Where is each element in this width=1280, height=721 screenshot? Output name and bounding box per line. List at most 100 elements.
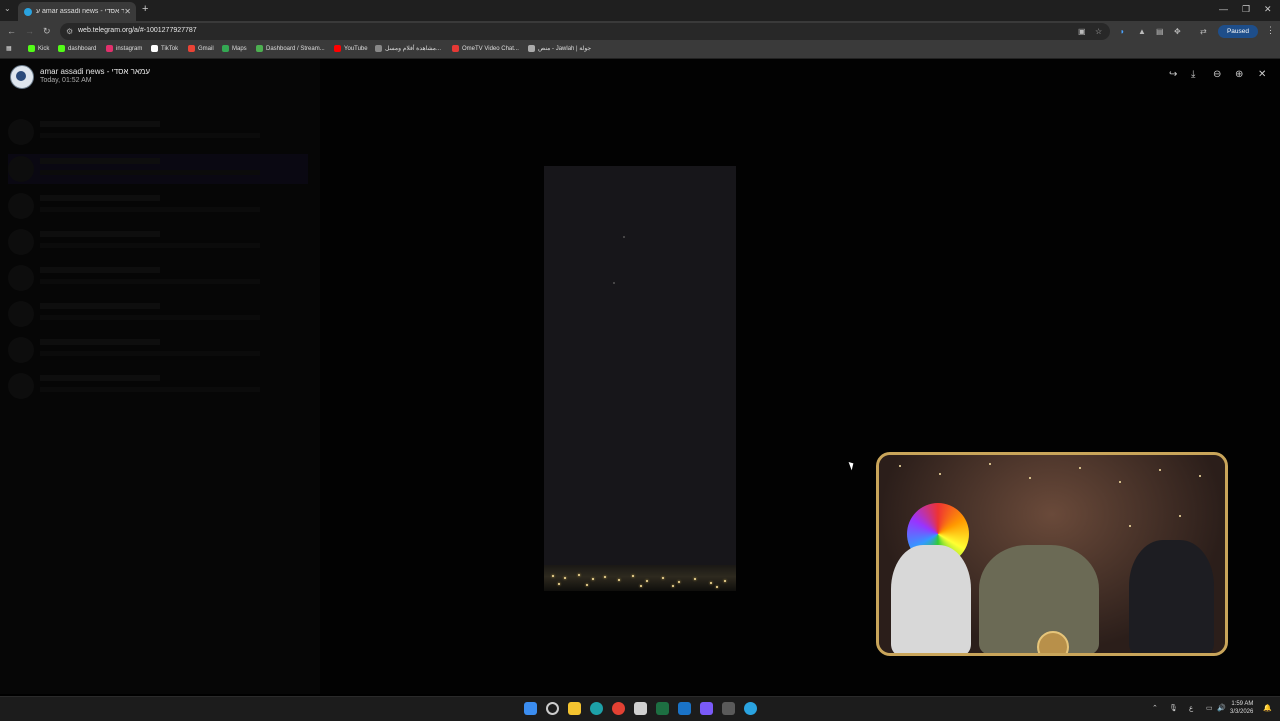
app-icon[interactable] (678, 702, 691, 715)
file-explorer-icon[interactable] (568, 702, 581, 715)
reload-icon[interactable]: ↻ (43, 26, 51, 37)
excel-icon[interactable] (656, 702, 669, 715)
extension-icon[interactable]: ▤ (1156, 27, 1164, 36)
download-icon[interactable]: ⤓ (1191, 69, 1195, 80)
clock-date: 3/3/2026 (1230, 709, 1254, 715)
telegram-icon[interactable] (744, 702, 757, 715)
bookmark-item[interactable]: منص - Jawlah | جولة (528, 45, 591, 52)
bookmark-favicon-icon (334, 45, 341, 52)
bookmark-favicon-icon (28, 45, 35, 52)
list-item (8, 299, 308, 329)
bookmark-favicon-icon (58, 45, 65, 52)
list-item (8, 191, 308, 221)
list-item (8, 335, 308, 365)
bookmark-favicon-icon (106, 45, 113, 52)
profile-paused-button[interactable]: Paused (1218, 25, 1258, 38)
tab-close-icon[interactable]: ✕ (124, 7, 131, 16)
search-icon[interactable] (546, 702, 559, 715)
extension-icon[interactable]: ▲ (1138, 27, 1146, 36)
bookmark-star-icon[interactable]: ☆ (1095, 27, 1102, 36)
zoom-in-icon[interactable]: ⊕ (1235, 69, 1243, 80)
bookmark-favicon-icon (222, 45, 229, 52)
tab-search-icon[interactable]: ⌄ (4, 4, 11, 13)
list-item (8, 117, 308, 147)
media-video[interactable] (544, 166, 736, 591)
extension-icon[interactable]: ◗ (1120, 27, 1125, 36)
bookmark-label: dashboard (68, 45, 97, 52)
minimize-icon[interactable]: — (1219, 4, 1228, 14)
bookmark-favicon-icon (256, 45, 263, 52)
system-clock[interactable]: 1:59 AM 3/3/2026 (1230, 700, 1253, 716)
bookmark-item[interactable]: Kick (28, 45, 49, 52)
bookmark-favicon-icon (452, 45, 459, 52)
bookmark-item[interactable]: Gmail (188, 45, 214, 52)
bookmark-item[interactable]: YouTube (334, 45, 368, 52)
profile-status-label: Paused (1226, 28, 1250, 35)
list-item (8, 227, 308, 257)
restore-icon[interactable]: ❐ (1242, 4, 1250, 15)
bookmark-item[interactable]: dashboard (58, 45, 96, 52)
list-item (8, 263, 308, 293)
start-icon[interactable] (524, 702, 537, 715)
mouse-cursor-icon (848, 460, 856, 471)
forward-icon[interactable]: ↪ (1169, 69, 1177, 80)
discord-icon[interactable] (700, 702, 713, 715)
streamer-logo-badge (1037, 631, 1069, 653)
store-icon[interactable] (634, 702, 647, 715)
volume-icon[interactable]: 🔊 (1217, 704, 1226, 712)
forward-icon[interactable]: → (25, 26, 34, 36)
chrome-menu-icon[interactable]: ⋮ (1266, 25, 1275, 36)
install-app-icon[interactable]: ▣ (1078, 27, 1086, 36)
bookmark-favicon-icon (188, 45, 195, 52)
bookmark-label: YouTube (344, 45, 368, 52)
bookmark-label: Kick (38, 45, 50, 52)
url-text: web.telegram.org/a/#-1001277927787 (78, 27, 197, 34)
app-icon[interactable] (722, 702, 735, 715)
bookmark-item[interactable]: instagram (106, 45, 142, 52)
telegram-favicon-icon (24, 7, 32, 16)
bookmark-label: Maps (232, 45, 247, 52)
bookmark-label: Dashboard / Stream... (266, 45, 325, 52)
channel-name[interactable]: amar assadi news - עמאר אסדי (40, 67, 150, 76)
tab-telegram[interactable]: ע amar assadi news - עמאר אסדי ✕ (18, 2, 136, 21)
browser-toolbar: ← → ↻ ⚙ web.telegram.org/a/#-10012779277… (0, 21, 1280, 42)
city-lights-image (544, 565, 736, 591)
clock-time: 1:59 AM (1231, 701, 1254, 707)
apps-grid-icon[interactable]: ▦ (6, 45, 12, 52)
channel-avatar[interactable] (10, 65, 34, 89)
bookmark-item[interactable]: Maps (222, 45, 247, 52)
notification-icon[interactable]: 🔔 (1263, 704, 1272, 712)
zoom-out-icon[interactable]: ⊖ (1213, 69, 1221, 80)
bookmark-favicon-icon (375, 45, 382, 52)
window-close-icon[interactable]: ✕ (1264, 4, 1272, 15)
bookmark-item[interactable]: Dashboard / Stream... (256, 45, 325, 52)
chrome-icon[interactable] (612, 702, 625, 715)
bookmark-item[interactable]: OmeTV Video Chat... (452, 45, 519, 52)
new-tab-button[interactable]: + (142, 3, 148, 15)
network-icon[interactable]: ▭ (1206, 704, 1213, 712)
browser-tab-strip: ⌄ ע amar assadi news - עמאר אסדי ✕ + — ❐… (0, 0, 1280, 21)
bookmark-label: مشاهدة أفلام ومسل... (385, 46, 442, 52)
list-item (8, 371, 308, 401)
edge-icon[interactable] (590, 702, 603, 715)
chat-list-backdrop (0, 59, 320, 694)
tray-overflow-icon[interactable]: ⌃ (1152, 704, 1158, 712)
webcam-overlay (876, 452, 1228, 656)
extensions-puzzle-icon[interactable]: ✥ (1174, 27, 1181, 36)
bookmark-item[interactable]: TikTok (151, 45, 178, 52)
person-right-image (1129, 540, 1214, 653)
back-icon[interactable]: ← (7, 26, 16, 36)
bookmark-item[interactable]: مشاهدة أفلام ومسل... (375, 45, 441, 52)
bookmark-label: instagram (116, 45, 143, 52)
bookmark-label: منص - Jawlah | جولة (538, 46, 592, 52)
microphone-icon[interactable]: 🎙 (1169, 704, 1178, 712)
site-info-icon[interactable]: ⚙ (66, 27, 73, 36)
close-icon[interactable]: ✕ (1258, 69, 1266, 80)
message-timestamp: Today, 01:52 AM (40, 77, 92, 84)
windows-taskbar: ⌃ 🎙 ع ▭ 🔊 1:59 AM 3/3/2026 🔔 (0, 696, 1280, 721)
bookmarks-bar: ▦ Kick dashboard instagram TikTok Gmail Maps D… (0, 42, 1280, 59)
address-bar[interactable]: ⚙ web.telegram.org/a/#-1001277927787 (60, 23, 1110, 40)
side-panel-icon[interactable]: ⇄ (1200, 27, 1207, 36)
language-icon[interactable]: ع (1189, 704, 1193, 712)
list-item (8, 154, 308, 184)
